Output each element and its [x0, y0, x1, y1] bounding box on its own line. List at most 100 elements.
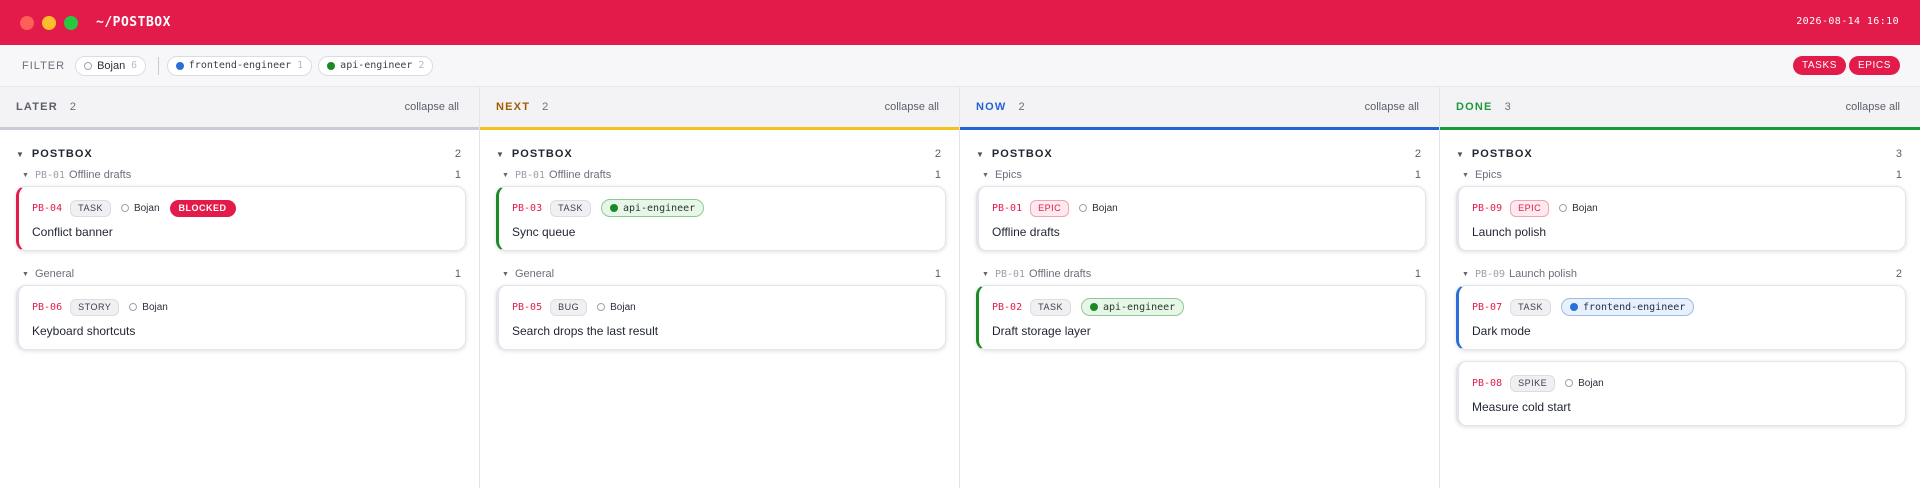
task-card[interactable]: PB-06 STORY Bojan Keyboard shortcuts [16, 285, 466, 350]
assignee-pill[interactable]: frontend-engineer [1560, 298, 1695, 316]
caret-down-icon: ▼ [982, 171, 989, 179]
column-header: NEXT 2 collapse all [480, 87, 959, 130]
task-card[interactable]: PB-05 BUG Bojan Search drops the last re… [496, 285, 946, 350]
card-meta: PB-05 BUG Bojan [512, 298, 933, 316]
kanban-board: LATER 2 collapse all ▼ POSTBOX 2 ▼ PB-01… [0, 87, 1920, 488]
subgroup-count: 1 [934, 169, 941, 181]
card-meta: PB-04 TASK Bojan BLOCKED [32, 199, 453, 217]
card-meta: PB-08 SPIKE Bojan [1472, 374, 1893, 392]
subgroup-count: 1 [454, 268, 461, 280]
view-toggle: TASKS EPICS [1792, 56, 1900, 75]
user-dot-icon [1565, 379, 1574, 387]
agent-dot-icon [609, 204, 618, 212]
card-meta: PB-01 EPIC Bojan [992, 199, 1413, 217]
card-key: PB-03 [512, 202, 543, 214]
column-count: 2 [69, 101, 76, 113]
subgroup-title: General [514, 268, 555, 280]
collapse-all-button[interactable]: collapse all [885, 101, 939, 113]
subgroup-header[interactable]: ▼ PB-01 Offline drafts 1 [14, 166, 465, 184]
project-group-count: 2 [1414, 148, 1421, 160]
card-title: Keyboard shortcuts [32, 324, 136, 338]
close-window-button[interactable] [20, 15, 34, 30]
filter-chip-frontend-engineer[interactable]: frontend-engineer 1 [166, 55, 313, 76]
subgroup-header[interactable]: ▼ PB-01 Offline drafts 1 [974, 265, 1425, 283]
caret-down-icon: ▼ [1462, 171, 1469, 179]
project-group-header[interactable]: ▼ POSTBOX 2 [974, 144, 1425, 164]
column-next: NEXT 2 collapse all ▼ POSTBOX 2 ▼ PB-01 … [480, 87, 960, 488]
subgroup-key: PB-01 [34, 169, 66, 181]
subgroup-header[interactable]: ▼ General 1 [14, 265, 465, 283]
assignee[interactable]: Bojan [1559, 203, 1598, 214]
card-meta: PB-09 EPIC Bojan [1472, 199, 1893, 217]
subgroup-count: 1 [1895, 169, 1902, 181]
card-key: PB-08 [1472, 377, 1503, 389]
subgroup-title: Epics [994, 169, 1022, 181]
tasks-view-button[interactable]: TASKS [1792, 56, 1846, 75]
card-key: PB-02 [992, 301, 1023, 313]
column-done: DONE 3 collapse all ▼ POSTBOX 3 ▼ Epics … [1440, 87, 1920, 488]
task-card[interactable]: PB-07 TASK frontend-engineer Dark mode [1456, 285, 1906, 350]
subgroup-title: Offline drafts [69, 169, 132, 181]
subgroup-count: 1 [1414, 169, 1421, 181]
card-title: Conflict banner [32, 225, 113, 239]
blocked-badge: BLOCKED [169, 199, 236, 217]
project-group-count: 2 [454, 148, 461, 160]
subgroup-header[interactable]: ▼ General 1 [494, 265, 945, 283]
filter-chip-api-engineer[interactable]: api-engineer 2 [318, 55, 434, 76]
user-dot-icon [597, 303, 606, 311]
assignee[interactable]: Bojan [1079, 203, 1118, 214]
minimize-window-button[interactable] [42, 15, 56, 30]
filter-chip-label: api-engineer [340, 60, 413, 71]
project-group-title: POSTBOX [511, 148, 573, 160]
subgroup-header[interactable]: ▼ PB-09 Launch polish 2 [1454, 265, 1906, 283]
task-card[interactable]: PB-02 TASK api-engineer Draft storage la… [976, 285, 1426, 350]
project-group-header[interactable]: ▼ POSTBOX 2 [494, 144, 945, 164]
column-now: NOW 2 collapse all ▼ POSTBOX 2 ▼ Epics 1… [960, 87, 1440, 488]
subgroup-key: PB-01 [994, 268, 1026, 280]
app-title: ~/POSTBOX [96, 15, 171, 30]
title-bar: ~/POSTBOX 2026-08-14 16:10 [0, 0, 1920, 45]
subgroup-count: 1 [1414, 268, 1421, 280]
project-group-title: POSTBOX [991, 148, 1053, 160]
assignee[interactable]: Bojan [120, 202, 160, 214]
column-body: ▼ POSTBOX 2 ▼ Epics 1 PB-01 EPIC Bojan O… [960, 130, 1439, 350]
card-type-badge: TASK [1030, 298, 1071, 316]
collapse-all-button[interactable]: collapse all [405, 101, 459, 113]
window-controls [20, 15, 78, 30]
task-card[interactable]: PB-03 TASK api-engineer Sync queue [496, 186, 946, 251]
user-dot-icon [84, 61, 93, 70]
card-type-badge: TASK [550, 199, 591, 217]
task-card[interactable]: PB-04 TASK Bojan BLOCKED Conflict banner [16, 186, 466, 251]
task-card[interactable]: PB-08 SPIKE Bojan Measure cold start [1456, 361, 1906, 426]
assignee-pill[interactable]: api-engineer [600, 199, 705, 217]
card-key: PB-07 [1472, 301, 1503, 313]
card-type-badge: BUG [550, 298, 588, 316]
column-count: 2 [542, 101, 549, 113]
task-card[interactable]: PB-01 EPIC Bojan Offline drafts [976, 186, 1426, 251]
project-group-count: 2 [934, 148, 941, 160]
assignee[interactable]: Bojan [129, 302, 168, 313]
task-card[interactable]: PB-09 EPIC Bojan Launch polish [1456, 186, 1906, 251]
project-group-header[interactable]: ▼ POSTBOX 2 [14, 144, 465, 164]
assignee-pill[interactable]: api-engineer [1080, 298, 1185, 316]
subgroup-title: Epics [1474, 169, 1502, 181]
column-header: DONE 3 collapse all [1440, 87, 1920, 130]
filter-chip-bojan[interactable]: Bojan 6 [75, 55, 146, 76]
epics-view-button[interactable]: EPICS [1848, 56, 1900, 75]
subgroup-header[interactable]: ▼ Epics 1 [974, 166, 1425, 184]
card-type-badge: TASK [1510, 298, 1551, 316]
assignee[interactable]: Bojan [597, 302, 636, 313]
assignee-name: Bojan [610, 301, 636, 313]
subgroup-header[interactable]: ▼ PB-01 Offline drafts 1 [494, 166, 945, 184]
collapse-all-button[interactable]: collapse all [1846, 101, 1900, 113]
agent-dot-icon [327, 61, 336, 70]
subgroup-header[interactable]: ▼ Epics 1 [1454, 166, 1906, 184]
collapse-all-button[interactable]: collapse all [1365, 101, 1419, 113]
card-type-badge: EPIC [1510, 199, 1550, 217]
assignee-name: Bojan [1092, 202, 1118, 214]
assignee-name: Bojan [133, 202, 160, 214]
project-group-header[interactable]: ▼ POSTBOX 3 [1454, 144, 1906, 164]
maximize-window-button[interactable] [64, 15, 78, 30]
assignee[interactable]: Bojan [1565, 378, 1604, 389]
user-dot-icon [1559, 204, 1568, 212]
